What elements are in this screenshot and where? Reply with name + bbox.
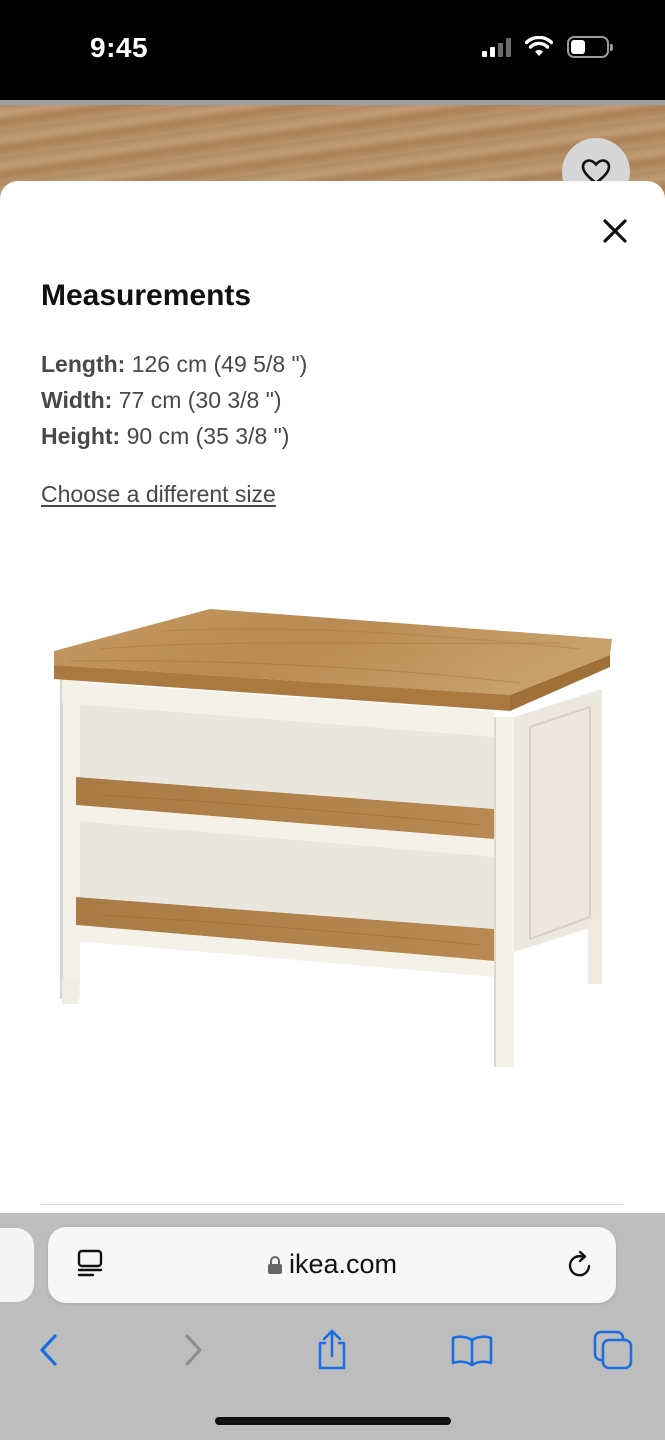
tabs-button[interactable] xyxy=(588,1325,638,1375)
measurement-length: Length: 126 cm (49 5/8 ") xyxy=(41,346,307,382)
measurement-value: 126 cm (49 5/8 ") xyxy=(125,351,308,377)
lock-icon xyxy=(267,1256,282,1274)
url-display[interactable]: ikea.com xyxy=(48,1249,616,1280)
measurements-sheet: Measurements Length: 126 cm (49 5/8 ") W… xyxy=(0,181,665,1221)
previous-tab-preview[interactable] xyxy=(0,1228,34,1302)
measurement-value: 77 cm (30 3/8 ") xyxy=(112,387,282,413)
divider xyxy=(41,1204,623,1205)
reload-icon[interactable] xyxy=(566,1249,594,1284)
close-icon xyxy=(603,219,627,243)
battery-icon xyxy=(567,36,613,58)
close-button[interactable] xyxy=(595,211,635,251)
status-time: 9:45 xyxy=(90,32,149,63)
wifi-icon xyxy=(525,36,553,56)
status-icons xyxy=(482,36,613,58)
back-button[interactable] xyxy=(24,1325,74,1375)
status-bar: 9:45 xyxy=(0,0,665,100)
sheet-title: Measurements xyxy=(41,279,252,312)
bookmarks-button[interactable] xyxy=(447,1325,497,1375)
measurement-height: Height: 90 cm (35 3/8 ") xyxy=(41,418,307,454)
share-icon xyxy=(318,1329,346,1370)
browser-toolbar: ikea.com xyxy=(0,1213,665,1440)
measurement-label: Width: xyxy=(41,387,113,413)
measurement-width: Width: 77 cm (30 3/8 ") xyxy=(41,382,307,418)
forward-button[interactable] xyxy=(168,1325,218,1375)
product-image xyxy=(54,609,612,1067)
address-bar[interactable]: ikea.com xyxy=(48,1227,616,1303)
measurements-list: Length: 126 cm (49 5/8 ") Width: 77 cm (… xyxy=(41,346,307,454)
measurement-value: 90 cm (35 3/8 ") xyxy=(120,423,290,449)
measurement-label: Height: xyxy=(41,423,121,449)
browser-nav-row xyxy=(0,1325,665,1385)
choose-different-size-link[interactable]: Choose a different size xyxy=(41,481,276,508)
tabs-icon xyxy=(593,1330,633,1370)
cellular-signal-icon xyxy=(482,37,511,57)
url-text: ikea.com xyxy=(288,1249,398,1279)
home-indicator[interactable] xyxy=(215,1417,451,1425)
chevron-left-icon xyxy=(40,1334,57,1366)
book-icon xyxy=(451,1335,493,1367)
share-button[interactable] xyxy=(307,1325,357,1375)
measurement-label: Length: xyxy=(41,351,126,377)
chevron-right-icon xyxy=(185,1334,202,1366)
